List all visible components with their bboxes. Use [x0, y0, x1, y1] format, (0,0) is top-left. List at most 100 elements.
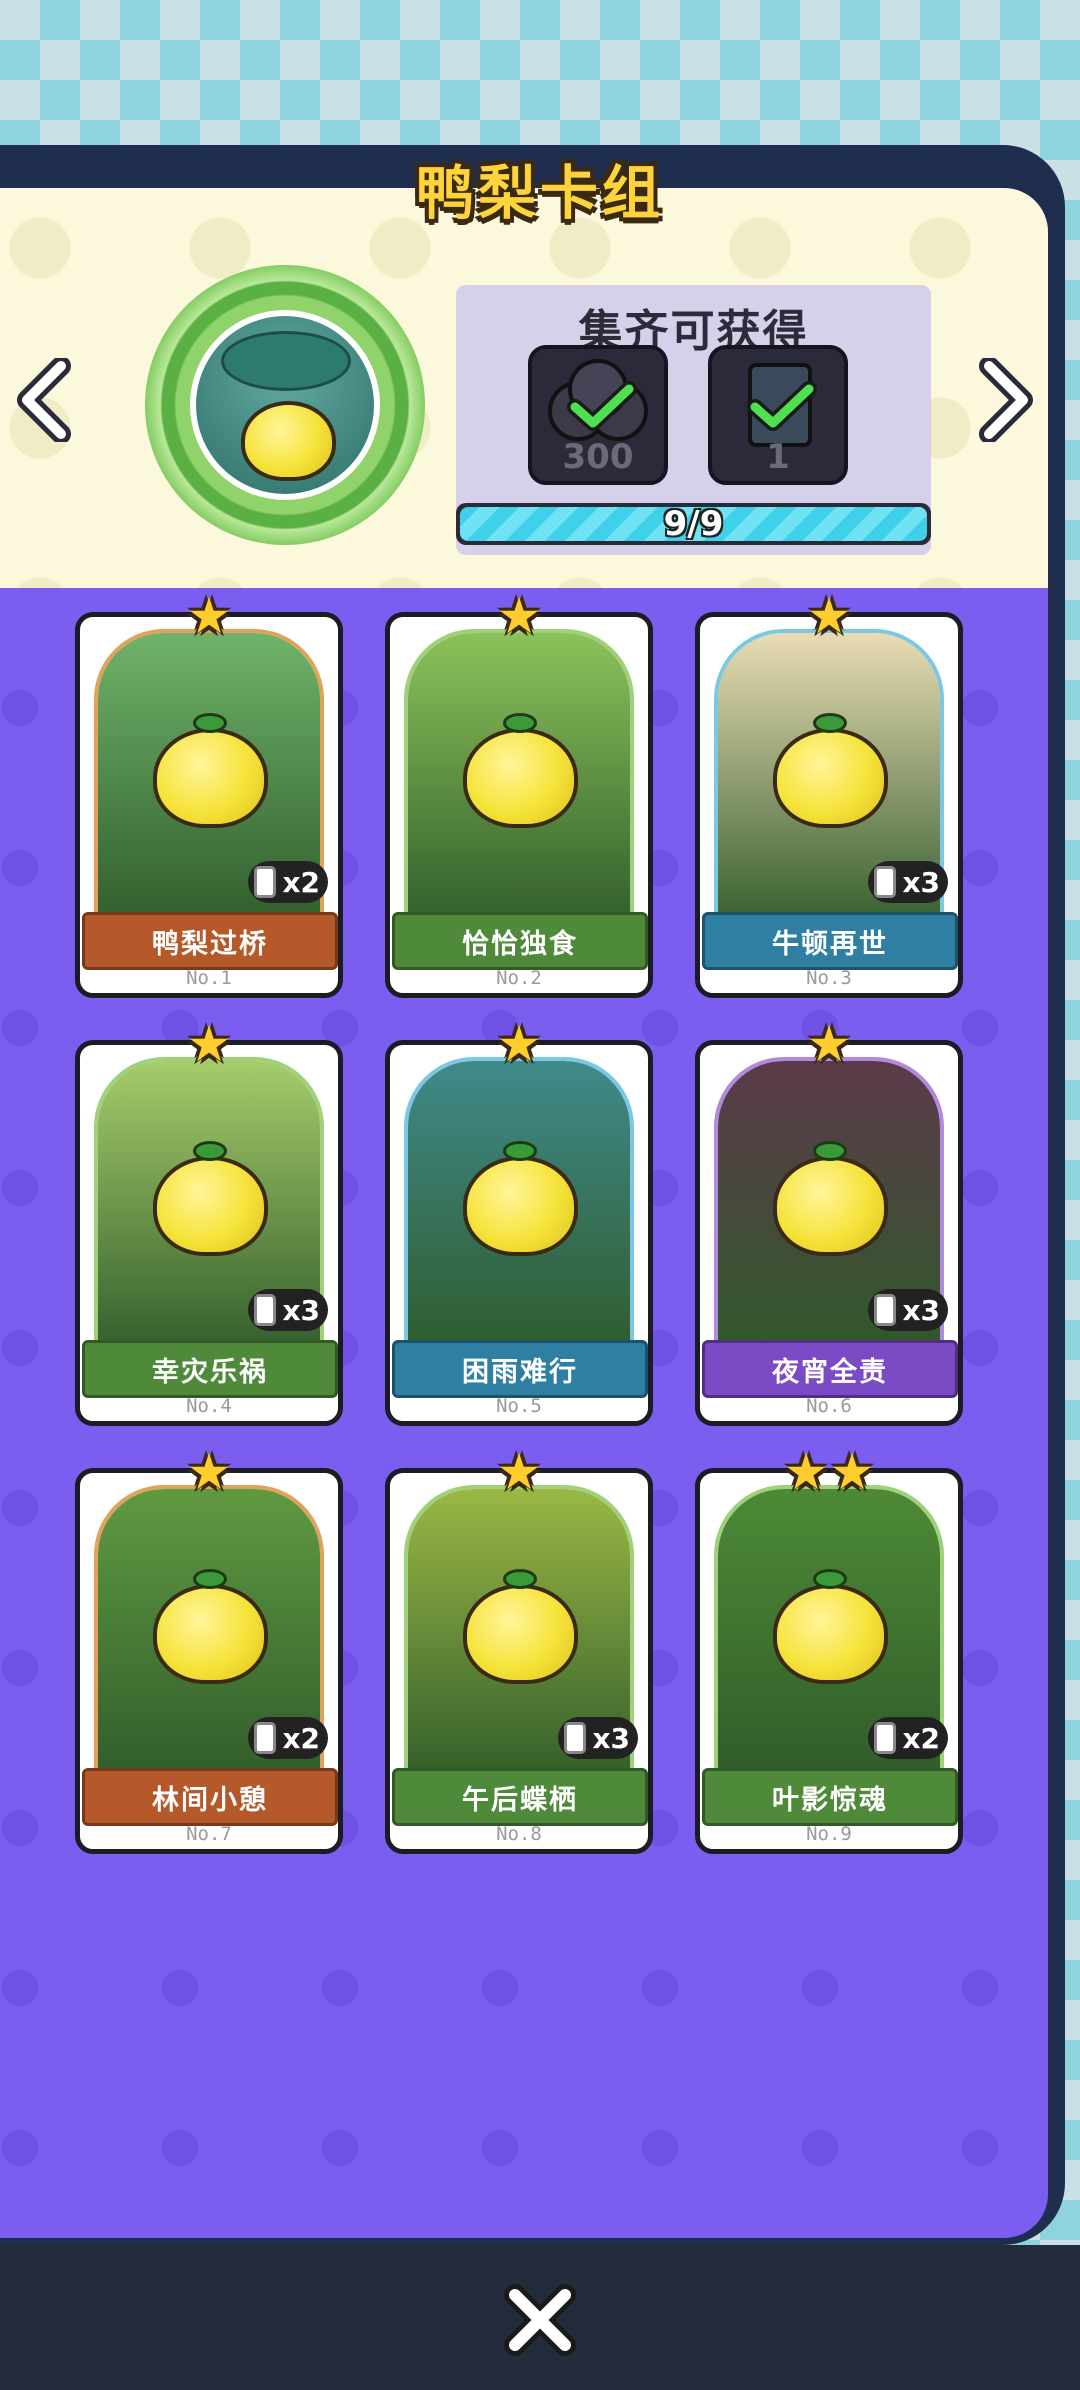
card-rarity-stars: ★: [390, 587, 648, 645]
card-rarity-stars: ★ ★: [700, 1443, 958, 1501]
card-7[interactable]: x2 林间小憩 No.7 ★: [75, 1447, 343, 1854]
check-icon: [747, 381, 817, 431]
duck-illustration: [153, 728, 268, 828]
card-number: No.9: [806, 1823, 852, 1845]
reward-count: 1: [766, 437, 790, 477]
card-rarity-stars: ★: [700, 587, 958, 645]
star-icon: ★: [186, 587, 232, 645]
duck-illustration: [773, 1584, 888, 1684]
card-art-frame: [404, 1057, 634, 1367]
card-number: No.5: [496, 1395, 542, 1417]
duplicate-count: x2: [282, 865, 320, 899]
card-title: 鸭梨过桥: [82, 912, 338, 970]
leaf-icon: [813, 1569, 847, 1589]
card-number: No.8: [496, 1823, 542, 1845]
reward-item-coins[interactable]: 300: [528, 345, 668, 485]
duck-illustration: [241, 401, 336, 481]
card-art-frame: [404, 629, 634, 939]
duck-illustration: [463, 728, 578, 828]
card-rarity-stars: ★: [390, 1015, 648, 1073]
star-icon: ★: [496, 587, 542, 645]
duck-illustration: [773, 1156, 888, 1256]
duplicate-count-badge: x3: [248, 1289, 328, 1331]
card-copy-icon: [874, 1294, 897, 1326]
leaf-icon: [193, 713, 227, 733]
card-copy-icon: [564, 1722, 587, 1754]
prev-deck-button[interactable]: [10, 355, 80, 445]
duplicate-count: x3: [902, 1293, 940, 1327]
card-3[interactable]: x3 牛顿再世 No.3 ★: [695, 591, 963, 998]
page-title: 鸭梨卡组: [415, 159, 664, 227]
star-icon: ★: [783, 1443, 829, 1501]
card-copy-icon: [874, 1722, 897, 1754]
reward-title: 集齐可获得: [578, 306, 809, 357]
deck-badge: [145, 265, 425, 545]
card-rarity-stars: ★: [700, 1015, 958, 1073]
close-icon: [504, 2284, 576, 2356]
card-number: No.2: [496, 967, 542, 989]
leaf-umbrella-icon: [221, 331, 351, 391]
deck-badge-image: [190, 310, 380, 500]
duplicate-count-badge: x3: [868, 861, 948, 903]
leaf-icon: [503, 1141, 537, 1161]
reward-item-card-back[interactable]: 1: [708, 345, 848, 485]
card-rarity-stars: ★: [80, 1443, 338, 1501]
card-title: 午后蝶栖: [392, 1768, 648, 1826]
duplicate-count-badge: x2: [248, 1717, 328, 1759]
leaf-icon: [503, 1569, 537, 1589]
card-title: 林间小憩: [82, 1768, 338, 1826]
star-icon: ★: [829, 1443, 875, 1501]
next-deck-button[interactable]: [970, 355, 1040, 445]
progress-text: 9/9: [663, 504, 724, 544]
duck-illustration: [153, 1156, 268, 1256]
duplicate-count-badge: x2: [248, 861, 328, 903]
card-rarity-stars: ★: [80, 587, 338, 645]
card-9[interactable]: x2 叶影惊魂 No.9 ★ ★: [695, 1447, 963, 1854]
leaf-icon: [813, 713, 847, 733]
card-title: 叶影惊魂: [702, 1768, 958, 1826]
leaf-icon: [193, 1569, 227, 1589]
duck-illustration: [463, 1584, 578, 1684]
card-5[interactable]: 困雨难行 No.5 ★: [385, 1019, 653, 1426]
reward-count: 300: [562, 437, 634, 477]
duplicate-count: x3: [592, 1721, 630, 1755]
duplicate-count: x3: [282, 1293, 320, 1327]
close-button[interactable]: [500, 2280, 580, 2360]
card-number: No.6: [806, 1395, 852, 1417]
duplicate-count: x3: [902, 865, 940, 899]
chevron-right-icon: [979, 358, 1033, 442]
star-icon: ★: [496, 1015, 542, 1073]
star-icon: ★: [806, 587, 852, 645]
card-copy-icon: [874, 866, 897, 898]
card-4[interactable]: x3 幸灾乐祸 No.4 ★: [75, 1019, 343, 1426]
card-title: 恰恰独食: [392, 912, 648, 970]
star-icon: ★: [806, 1015, 852, 1073]
card-title: 夜宵全责: [702, 1340, 958, 1398]
card-2[interactable]: 恰恰独食 No.2 ★: [385, 591, 653, 998]
card-title: 牛顿再世: [702, 912, 958, 970]
star-icon: ★: [186, 1015, 232, 1073]
duck-illustration: [773, 728, 888, 828]
card-title: 幸灾乐祸: [82, 1340, 338, 1398]
card-number: No.3: [806, 967, 852, 989]
card-1[interactable]: x2 鸭梨过桥 No.1 ★: [75, 591, 343, 998]
card-number: No.4: [186, 1395, 232, 1417]
duplicate-count: x2: [282, 1721, 320, 1755]
duck-illustration: [463, 1156, 578, 1256]
duplicate-count: x2: [902, 1721, 940, 1755]
card-8[interactable]: x3 午后蝶栖 No.8 ★: [385, 1447, 653, 1854]
star-icon: ★: [496, 1443, 542, 1501]
duck-illustration: [153, 1584, 268, 1684]
chevron-left-icon: [17, 358, 71, 442]
check-icon: [567, 381, 637, 431]
leaf-icon: [813, 1141, 847, 1161]
leaf-icon: [193, 1141, 227, 1161]
card-rarity-stars: ★: [390, 1443, 648, 1501]
card-number: No.1: [186, 967, 232, 989]
card-copy-icon: [254, 1294, 277, 1326]
star-icon: ★: [186, 1443, 232, 1501]
duplicate-count-badge: x3: [868, 1289, 948, 1331]
card-6[interactable]: x3 夜宵全责 No.6 ★: [695, 1019, 963, 1426]
card-rarity-stars: ★: [80, 1015, 338, 1073]
collection-progress-bar: 9/9: [456, 503, 931, 545]
